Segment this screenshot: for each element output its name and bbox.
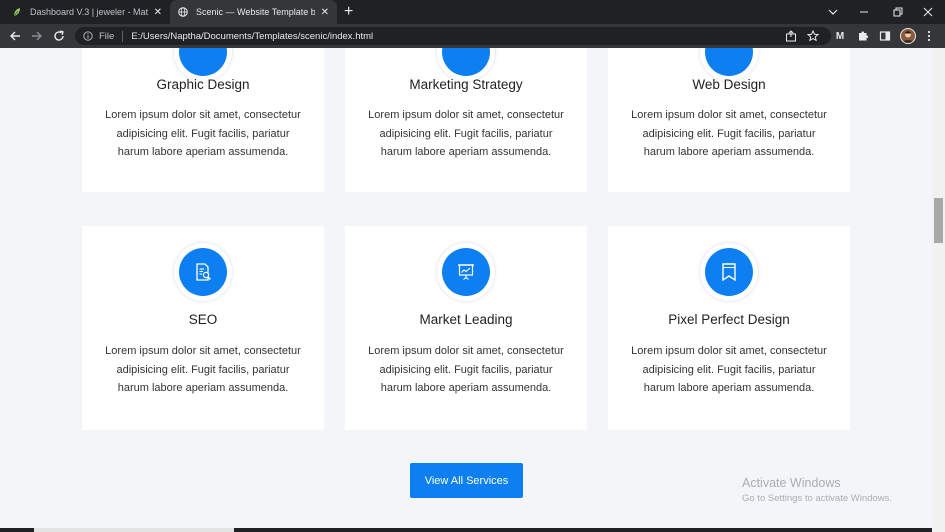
icon-ring: [173, 242, 233, 302]
card-text: Lorem ipsum dolor sit amet, consectetur a…: [105, 109, 301, 159]
extensions-puzzle-icon[interactable]: [855, 28, 871, 44]
card-text: Lorem ipsum dolor sit amet, consectetur a…: [105, 345, 301, 395]
extension-m-icon[interactable]: M: [832, 28, 848, 44]
card-title: Market Leading: [419, 312, 513, 327]
card-title: Pixel Perfect Design: [668, 312, 790, 327]
address-bar[interactable]: File E:/Users/Naptha/Documents/Templates…: [75, 27, 831, 45]
card-title: Web Design: [692, 77, 766, 92]
tab-dashboard[interactable]: Dashboard V.3 | jeweler - Materi ✕: [4, 0, 170, 24]
page-viewport: Graphic Design Lorem ipsum dolor sit ame…: [0, 48, 932, 532]
taskbar-edge-highlight: [34, 528, 234, 532]
info-icon[interactable]: [83, 31, 93, 41]
watermark-subtitle: Go to Settings to activate Windows.: [742, 493, 892, 504]
minimize-icon[interactable]: [852, 0, 876, 24]
page-scrollbar[interactable]: [932, 48, 945, 532]
menu-kebab-icon[interactable]: [924, 28, 934, 44]
card-title: Marketing Strategy: [409, 77, 523, 92]
url-scheme: File: [99, 30, 115, 42]
seo-document-icon: [179, 248, 227, 296]
service-card-market-leading: Market Leading Lorem ipsum dolor sit ame…: [345, 226, 587, 430]
url-text[interactable]: E:/Users/Naptha/Documents/Templates/scen…: [131, 31, 373, 42]
card-text: Lorem ipsum dolor sit amet, consectetur a…: [631, 109, 827, 159]
tab-close-icon[interactable]: ✕: [321, 7, 329, 18]
marketing-icon: [442, 48, 490, 76]
presentation-chart-icon: [442, 248, 490, 296]
url-divider: [122, 30, 124, 42]
icon-ring: [436, 242, 496, 302]
icon-ring: [699, 242, 759, 302]
forward-arrow-icon[interactable]: [29, 28, 45, 44]
new-tab-button[interactable]: +: [344, 3, 353, 21]
card-text: Lorem ipsum dolor sit amet, consectetur a…: [368, 345, 564, 395]
close-window-icon[interactable]: [916, 0, 940, 24]
service-card-web-design: Web Design Lorem ipsum dolor sit amet, c…: [608, 48, 850, 192]
service-card-seo: SEO Lorem ipsum dolor sit amet, consecte…: [82, 226, 324, 430]
watermark-title: Activate Windows: [742, 476, 841, 490]
browser-toolbar: File E:/Users/Naptha/Documents/Templates…: [0, 24, 945, 48]
tab-scenic[interactable]: Scenic — Website Template by C ✕: [170, 0, 337, 24]
card-title: SEO: [188, 312, 218, 327]
leaf-favicon-icon: [12, 7, 22, 17]
share-icon[interactable]: [785, 30, 797, 42]
profile-avatar[interactable]: [900, 28, 916, 44]
card-text: Lorem ipsum dolor sit amet, consectetur a…: [631, 345, 827, 395]
service-card-marketing-strategy: Marketing Strategy Lorem ipsum dolor sit…: [345, 48, 587, 192]
view-all-services-button[interactable]: View All Services: [410, 463, 523, 498]
tab-title: Scenic — Website Template by C: [196, 7, 315, 17]
tab-title: Dashboard V.3 | jeweler - Materi: [30, 7, 148, 17]
card-text: Lorem ipsum dolor sit amet, consectetur a…: [368, 109, 564, 159]
tab-close-icon[interactable]: ✕: [154, 7, 162, 18]
bookmark-star-icon[interactable]: [806, 29, 820, 42]
tab-strip: Dashboard V.3 | jeweler - Materi ✕ Sceni…: [0, 0, 945, 24]
restore-icon[interactable]: [886, 0, 910, 24]
scrollbar-thumb[interactable]: [934, 198, 943, 243]
web-design-icon: [705, 48, 753, 76]
back-arrow-icon[interactable]: [7, 28, 23, 44]
bookmark-icon: [705, 248, 753, 296]
card-title: Graphic Design: [156, 77, 250, 92]
globe-favicon-icon: [178, 7, 188, 17]
taskbar-edge: [0, 528, 932, 532]
reload-icon[interactable]: [51, 28, 67, 44]
service-card-graphic-design: Graphic Design Lorem ipsum dolor sit ame…: [82, 48, 324, 192]
activate-windows-watermark: Activate Windows Go to Settings to activ…: [742, 476, 892, 504]
tab-search-chevron-icon[interactable]: [822, 0, 844, 24]
graphic-design-icon: [179, 48, 227, 76]
side-panel-icon[interactable]: [877, 28, 893, 44]
service-card-pixel-perfect-design: Pixel Perfect Design Lorem ipsum dolor s…: [608, 226, 850, 430]
